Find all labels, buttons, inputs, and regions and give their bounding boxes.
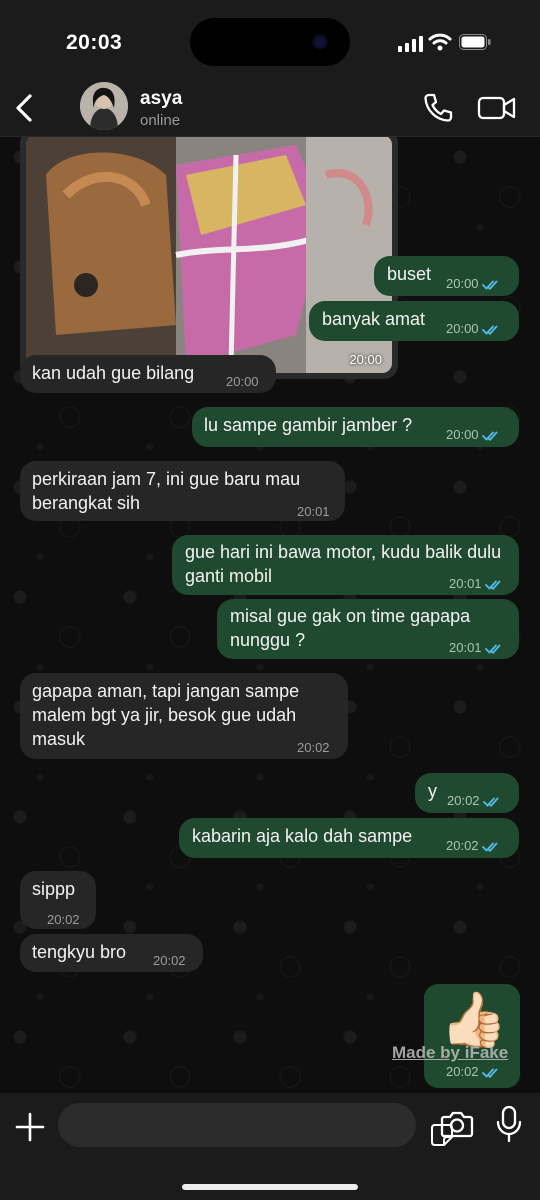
message-time: 20:00 [226,374,259,389]
outgoing-message[interactable]: gue hari ini bawa motor, kudu balik dulu… [172,535,519,595]
incoming-message[interactable]: gapapa aman, tapi jangan sampe malem bgt… [20,673,348,759]
outgoing-message[interactable]: lu sampe gambir jamber ? 20:00 [192,407,519,447]
outgoing-message[interactable]: buset 20:00 [374,256,519,296]
chat-history[interactable]: 20:00 buset 20:00 banyak amat 20:00 kan … [0,137,540,1093]
phone-icon[interactable] [420,90,456,126]
contact-avatar[interactable] [80,82,128,130]
read-ticks-icon [481,842,497,852]
outgoing-message[interactable]: y 20:02 [415,773,519,813]
message-text: kabarin aja kalo dah sampe [192,826,413,846]
read-ticks-icon [481,280,497,290]
message-text: perkiraan jam 7, ini gue baru mau berang… [32,469,301,513]
status-time: 20:03 [66,31,123,54]
plus-icon[interactable] [12,1109,48,1145]
message-time: 20:02 [153,953,186,968]
message-time: 20:02 [447,793,480,808]
outgoing-message[interactable]: misal gue gak on time gapapa nunggu ? 20… [217,599,519,659]
front-camera [314,36,326,48]
microphone-icon[interactable] [494,1105,524,1143]
read-ticks-icon [481,325,497,335]
video-camera-icon[interactable] [476,90,518,126]
message-text: lu sampe gambir jamber ? [204,415,413,435]
contact-name[interactable]: asya [140,88,182,110]
message-time: 20:01 [449,576,482,591]
emoji-message[interactable]: 👍🏻 20:02 [424,984,520,1088]
message-text: banyak amat [322,309,426,329]
read-ticks-icon [481,1068,497,1078]
wifi-icon [428,33,452,51]
message-text: gapapa aman, tapi jangan sampe malem bgt… [32,681,300,749]
message-time: 20:02 [446,1064,479,1079]
message-time: 20:00 [349,352,382,367]
read-ticks-icon [484,580,500,590]
message-text: kan udah gue bilang [32,363,195,383]
incoming-message[interactable]: kan udah gue bilang 20:00 [20,355,276,393]
read-ticks-icon [482,797,498,807]
chat-header: asya online [0,80,540,137]
incoming-message[interactable]: sippp 20:02 [20,871,96,929]
outgoing-message[interactable]: banyak amat 20:00 [309,301,519,341]
back-chevron-icon[interactable] [6,88,46,128]
message-text: buset [387,264,432,284]
read-ticks-icon [484,644,500,654]
incoming-message[interactable]: tengkyu bro 20:02 [20,934,203,972]
message-time: 20:02 [446,838,479,853]
message-time: 20:02 [47,912,80,927]
image-message[interactable]: 20:00 [20,137,398,379]
dynamic-island [190,18,350,66]
status-bar: 20:03 [0,0,540,80]
message-text: tengkyu bro [32,942,127,962]
message-time: 20:00 [446,276,479,291]
message-time: 20:01 [297,504,330,519]
message-time: 20:01 [449,640,482,655]
composer-bar [0,1093,540,1200]
signal-icon [398,36,423,52]
message-input[interactable] [58,1103,453,1147]
home-indicator [182,1184,358,1190]
battery-icon [459,34,491,50]
message-text: sippp [32,879,76,899]
message-text: y [428,781,437,801]
incoming-message[interactable]: perkiraan jam 7, ini gue baru mau berang… [20,461,345,521]
camera-icon[interactable] [440,1107,474,1141]
message-time: 20:00 [446,321,479,336]
outgoing-message[interactable]: kabarin aja kalo dah sampe 20:02 [179,818,519,858]
read-ticks-icon [481,431,497,441]
message-time: 20:02 [297,740,330,755]
message-time: 20:00 [446,427,479,442]
watermark: Made by iFake [392,1043,509,1062]
presence-status: online [140,112,181,129]
